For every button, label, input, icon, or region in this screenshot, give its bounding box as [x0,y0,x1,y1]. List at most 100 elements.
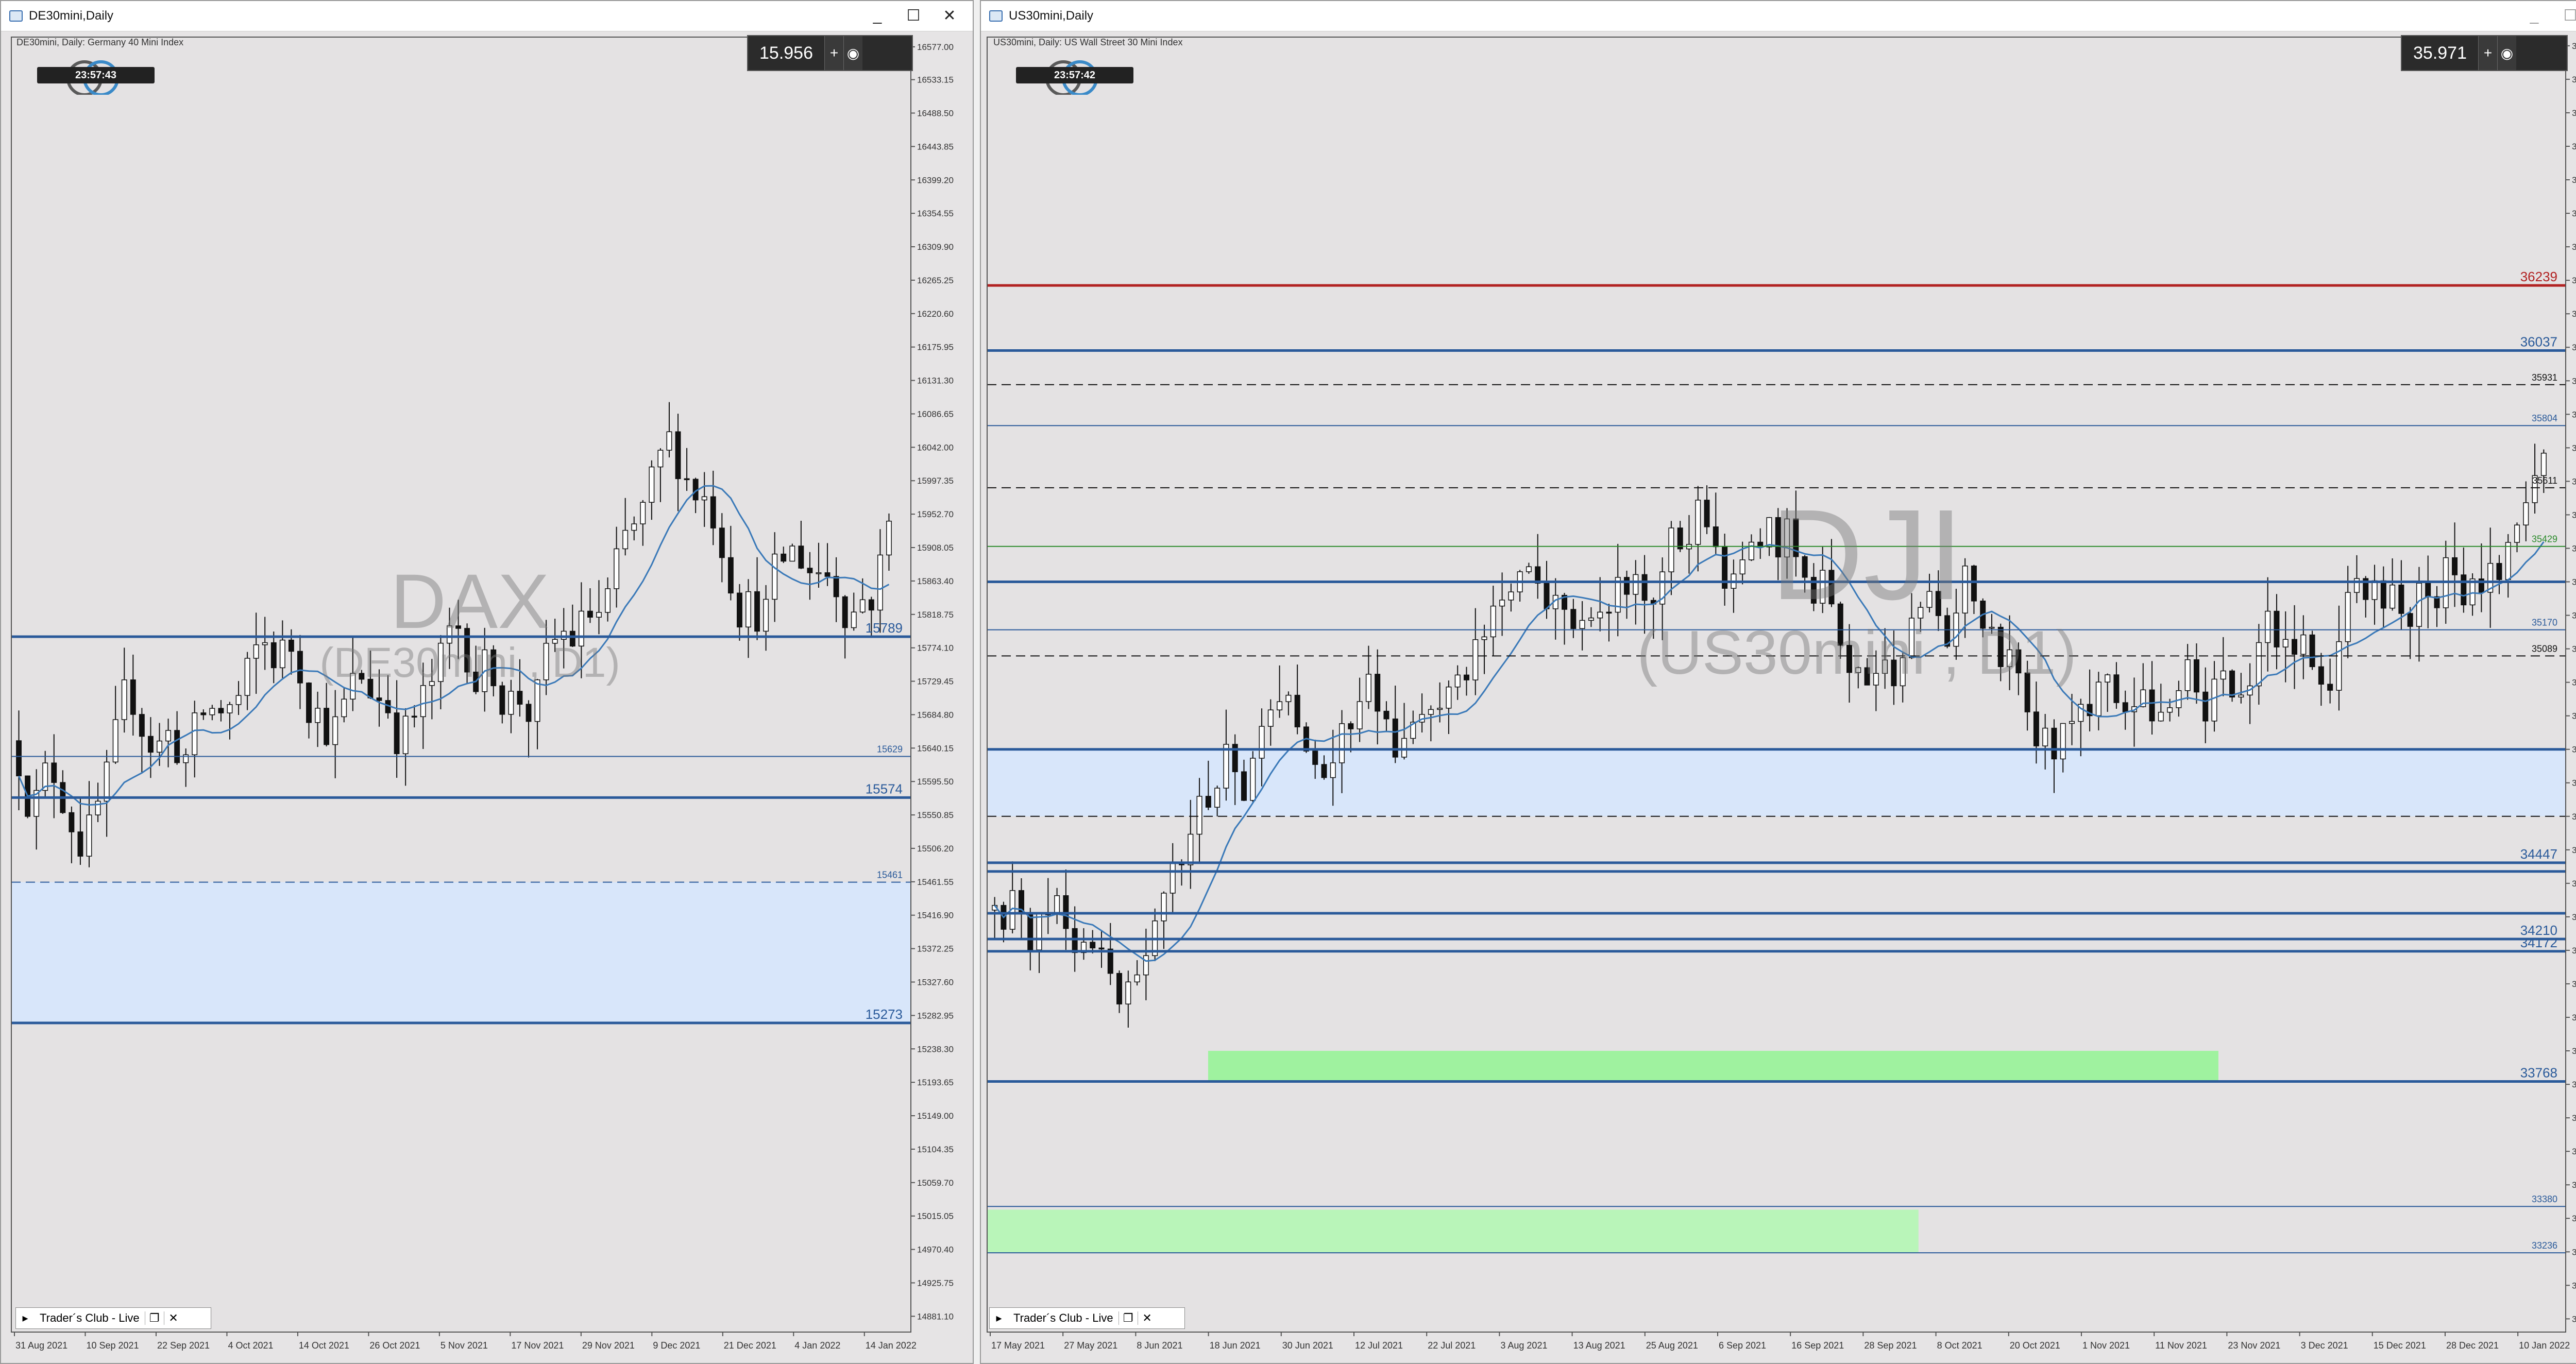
dax-price-value: 15.956 [759,43,813,63]
candle-body [218,708,224,713]
candle-body [824,572,831,577]
candle-body [139,714,145,737]
candle-body [701,496,707,501]
date-scale-label: 25 Aug 2021 [1646,1340,1698,1351]
dji-price-display[interactable]: 35.971 + ◉ [2401,35,2568,71]
close-button[interactable]: ✕ [931,1,968,31]
price-scale-label: 33343.00 [2572,1214,2576,1223]
toggle-icon[interactable]: ◉ [2497,36,2516,70]
price-scale-label: 15238.30 [917,1044,954,1054]
price-scale-label: 36047.00 [2572,343,2576,352]
candle-body [754,591,760,632]
candle-body [130,679,136,715]
candle-body [2095,681,2102,717]
candle-body [745,591,751,628]
candle-body [877,554,883,611]
tab-restore-icon[interactable]: ❐ [144,1311,164,1325]
price-scale-label: 34591.00 [2572,812,2576,822]
maximize-button[interactable]: ☐ [2552,1,2576,31]
date-scale-label: 23 Nov 2021 [2228,1340,2280,1351]
plus-icon[interactable]: + [2478,36,2497,70]
candle-body [1446,686,1452,709]
tab-restore-icon[interactable]: ❐ [1118,1311,1138,1325]
candle-body [2265,610,2271,643]
candle-body [1383,710,1389,720]
candle-body [851,611,857,628]
candle-body [1098,947,1105,950]
candle-body [2452,557,2458,575]
price-scale-label: 16220.60 [917,309,954,319]
dji-title-bar[interactable]: US30mini,Daily _ ☐ ✕ [981,1,2576,31]
candle-body [649,466,655,503]
price-scale-label: 15550.85 [917,810,954,820]
dji-server-clock: 23:57:42 [1016,67,1133,83]
dji-price-chart[interactable]: 36239 36037 35931 35804 35611 35429 35170 35089… [981,32,2576,1364]
minimize-button[interactable]: _ [859,1,895,31]
date-scale-label: 5 Nov 2021 [440,1340,488,1351]
toggle-icon[interactable]: ◉ [843,36,862,70]
level-label: 15789 [866,620,903,636]
candle-body [209,708,215,715]
dax-chart-window[interactable]: DE30mini,Daily _ ☐ ✕ 15789 15629 15574 1546… [0,0,974,1364]
candle-body [2505,542,2511,580]
candle-body [2416,583,2422,627]
candle-body [2256,642,2262,687]
price-scale-label: 36879.00 [2572,75,2576,84]
candle-body [1481,636,1487,640]
candle-body [2318,666,2324,685]
candle-body [324,708,330,745]
price-scale-label: 35423.00 [2572,543,2576,553]
candle-body [279,639,285,669]
dax-price-chart[interactable]: 15789 15629 15574 15461 15273 16577.00 16533.1… [1,32,973,1364]
candle-body [710,496,716,528]
dax-chart-tab[interactable]: ▸ Trader´s Club - Live ❐ ✕ [15,1307,211,1329]
candle-body [1161,893,1167,922]
date-scale-label: 9 Dec 2021 [653,1340,700,1351]
date-scale-label: 28 Dec 2021 [2446,1340,2499,1351]
price-scale-label: 16488.50 [917,108,954,118]
date-scale-label: 22 Jul 2021 [1428,1340,1476,1351]
price-scale-label: 16131.30 [917,376,954,386]
candle-body [1490,605,1496,638]
candle-body [1072,928,1078,953]
candle-body [2220,670,2226,680]
candle-body [675,431,681,480]
candle-body [2309,634,2315,668]
maximize-button[interactable]: ☐ [895,1,931,31]
date-scale-label: 13 Aug 2021 [1573,1340,1625,1351]
candle-body [244,658,250,696]
dji-chart-area[interactable]: 36239 36037 35931 35804 35611 35429 35170 35089… [981,32,2576,1364]
dax-chart-area[interactable]: 15789 15629 15574 15461 15273 16577.00 16533.1… [1,32,973,1364]
minimize-button[interactable]: _ [2516,1,2552,31]
price-scale-label: 33447.00 [2572,1180,2576,1190]
plus-icon[interactable]: + [824,36,843,70]
candle-body [1205,796,1211,808]
level-label: 15273 [866,1007,903,1022]
candle-body [2069,721,2075,724]
candle-body [95,800,101,815]
candle-body [341,698,347,718]
tab-close-icon[interactable]: ✕ [163,1311,183,1325]
tab-close-icon[interactable]: ✕ [1137,1311,1157,1325]
date-scale-label: 10 Sep 2021 [86,1340,139,1351]
dji-chart-window[interactable]: US30mini,Daily _ ☐ ✕ 36239 36037 35931 3580… [980,0,2576,1364]
dax-title-bar[interactable]: DE30mini,Daily _ ☐ ✕ [1,1,973,31]
date-scale-label: 17 May 2021 [991,1340,1045,1351]
candle-body [789,545,795,562]
dax-price-display[interactable]: 15.956 + ◉ [747,35,913,71]
price-scale-label: 34799.00 [2572,745,2576,755]
candle-body [1357,701,1363,729]
level-label: 35931 [2532,372,2557,383]
candle-body [526,704,532,722]
candle-body [763,599,769,632]
candle-body [2389,584,2396,609]
level-label: 15629 [877,744,903,755]
date-scale-label: 15 Dec 2021 [2374,1340,2426,1351]
date-scale-label: 4 Jan 2022 [794,1340,840,1351]
candle-body [2398,584,2404,614]
candle-body [1223,744,1229,789]
dji-chart-tab[interactable]: ▸ Trader´s Club - Live ❐ ✕ [989,1307,1185,1329]
candle-body [227,704,233,713]
candle-body [666,431,672,451]
dji-window-title: US30mini,Daily [1009,9,1094,23]
